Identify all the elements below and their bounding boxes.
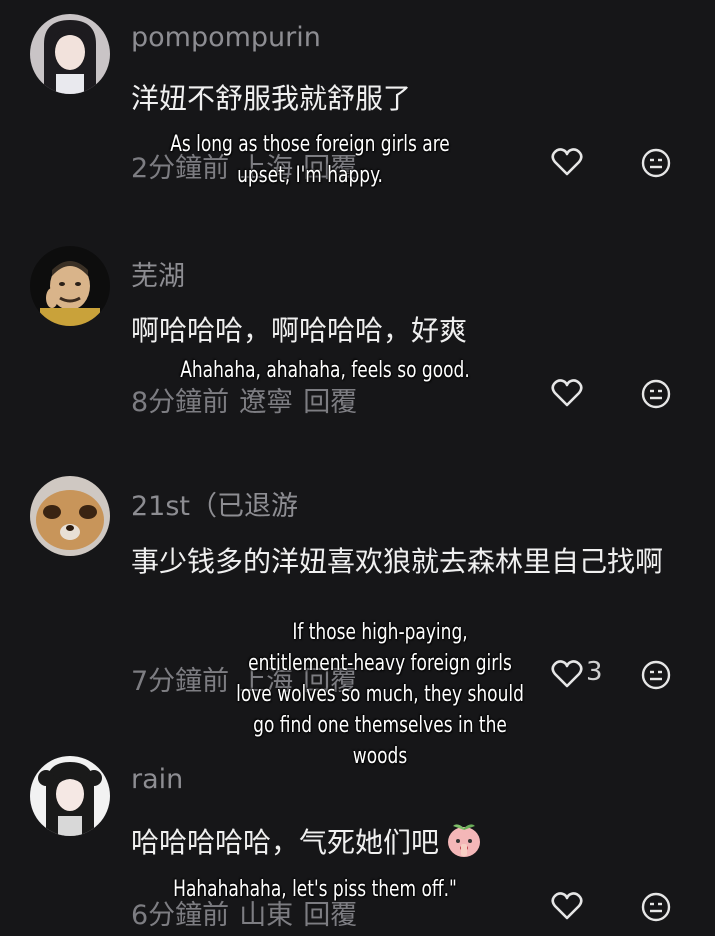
caption-line: go find one themselves in the [253, 713, 507, 738]
heart-outline-icon[interactable] [550, 376, 584, 410]
location: 遼寧 [239, 387, 294, 418]
neutral-face-icon[interactable] [640, 378, 672, 410]
avatar[interactable] [30, 246, 110, 326]
caption-line: love wolves so much, they should [236, 682, 524, 707]
avatar[interactable] [30, 14, 110, 94]
heart-outline-icon[interactable] [550, 145, 584, 179]
caption-line: entitlement-heavy foreign girls [248, 651, 512, 676]
translation-caption: Ahahaha, ahahaha, feels so good. [144, 355, 505, 386]
translation-caption: If those high-paying, entitlement-heavy … [208, 617, 552, 772]
caption-line: If those high-paying, [292, 620, 468, 645]
caption-line: upset, I'm happy. [237, 163, 383, 188]
like-count: 3 [586, 657, 603, 687]
heart-outline-icon[interactable] [550, 889, 584, 923]
timestamp: 8分鐘前 [131, 387, 230, 418]
comment-text: 事少钱多的洋妞喜欢狼就去森林里自己找啊 [131, 545, 664, 578]
username[interactable]: 芜湖 [131, 254, 185, 293]
comment-text: 哈哈哈哈哈，气死她们吧 [131, 818, 691, 868]
comment-text: 啊哈哈哈，啊哈哈哈，好爽 [131, 314, 468, 347]
peach-sticker-icon [448, 824, 481, 857]
username[interactable]: rain [131, 764, 183, 795]
caption-line: Hahahahaha, let's piss them off." [173, 877, 457, 902]
reply-button[interactable]: 回覆 [303, 387, 357, 418]
translation-caption: As long as those foreign girls are upset… [138, 129, 482, 191]
neutral-face-icon[interactable] [640, 147, 672, 179]
comment-text: 洋妞不舒服我就舒服了 [131, 82, 412, 115]
comment-text-content: 哈哈哈哈哈，气死她们吧 [131, 826, 440, 859]
username[interactable]: 21st（已退游 [131, 484, 298, 523]
caption-line: Ahahaha, ahahaha, feels so good. [180, 358, 470, 383]
heart-outline-icon[interactable] [550, 657, 584, 691]
caption-line: As long as those foreign girls are [170, 132, 450, 157]
neutral-face-icon[interactable] [640, 659, 672, 691]
avatar[interactable] [30, 476, 110, 556]
avatar[interactable] [30, 756, 110, 836]
username[interactable]: pompompurin [131, 22, 321, 53]
caption-line: woods [352, 744, 408, 769]
translation-caption: Hahahahaha, let's piss them off." [130, 874, 500, 905]
neutral-face-icon[interactable] [640, 891, 672, 923]
